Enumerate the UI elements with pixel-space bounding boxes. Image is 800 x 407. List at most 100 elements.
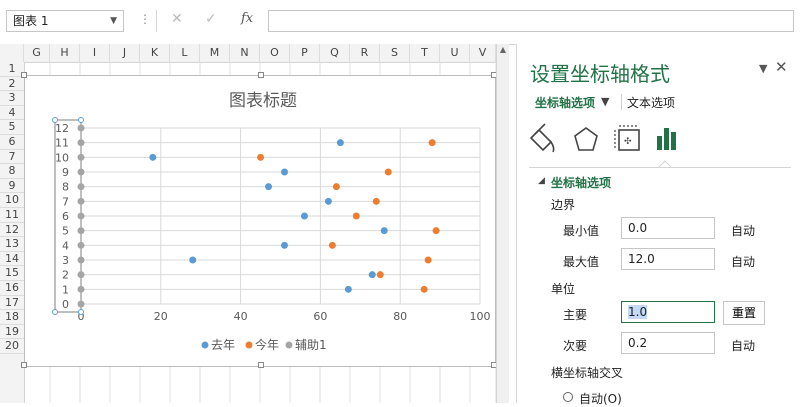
data-point[interactable]: [77, 256, 85, 264]
data-point[interactable]: [265, 183, 273, 191]
data-point[interactable]: [420, 285, 428, 293]
data-point[interactable]: [77, 153, 85, 161]
data-point[interactable]: [300, 212, 308, 220]
column-header[interactable]: R: [350, 44, 380, 62]
section-axis-options[interactable]: 坐标轴选项: [551, 174, 611, 191]
column-header[interactable]: M: [200, 44, 230, 62]
legend-label[interactable]: 去年: [211, 338, 235, 352]
legend-label[interactable]: 辅助1: [295, 338, 327, 352]
data-point[interactable]: [77, 168, 85, 176]
tab-axis-options[interactable]: 坐标轴选项: [535, 94, 595, 111]
size-properties-icon[interactable]: ✣: [614, 125, 640, 151]
maximum-input[interactable]: 12.0: [621, 248, 715, 270]
row-header[interactable]: 11: [0, 208, 24, 223]
column-header[interactable]: N: [230, 44, 260, 62]
chart-area[interactable]: 图表标题 0 20 40 60 80 100 0 1 2 3 4 5 6 7 8 9 10 11 12 去年 今年 辅助…: [21, 72, 497, 368]
data-point[interactable]: [77, 139, 85, 147]
column-header[interactable]: L: [170, 44, 200, 62]
data-point[interactable]: [352, 212, 360, 220]
column-header[interactable]: Q: [320, 44, 350, 62]
data-point[interactable]: [332, 183, 340, 191]
close-icon[interactable]: ✕: [775, 58, 788, 76]
row-header[interactable]: 19: [0, 325, 24, 340]
row-header[interactable]: 6: [0, 135, 24, 150]
column-header[interactable]: G: [24, 44, 50, 62]
row-header[interactable]: 12: [0, 223, 24, 238]
column-header[interactable]: V: [470, 44, 496, 62]
column-header[interactable]: P: [290, 44, 320, 62]
data-point[interactable]: [280, 168, 288, 176]
row-header[interactable]: 2: [0, 77, 24, 92]
row-header[interactable]: 16: [0, 281, 24, 296]
row-header[interactable]: 14: [0, 252, 24, 267]
resize-handle[interactable]: [258, 72, 264, 78]
row-header[interactable]: 15: [0, 266, 24, 281]
axis-selection-handle[interactable]: [78, 117, 84, 123]
minor-input[interactable]: 0.2: [621, 332, 715, 354]
data-point[interactable]: [77, 300, 85, 308]
row-header[interactable]: 17: [0, 296, 24, 311]
column-header[interactable]: H: [50, 44, 80, 62]
auto-radio[interactable]: [563, 392, 573, 402]
data-point[interactable]: [77, 212, 85, 220]
column-header[interactable]: T: [410, 44, 440, 62]
data-point[interactable]: [77, 197, 85, 205]
major-input[interactable]: 1.0: [621, 301, 715, 323]
minimum-input[interactable]: 0.0: [621, 217, 715, 239]
column-header[interactable]: I: [80, 44, 110, 62]
data-point[interactable]: [372, 197, 380, 205]
data-point[interactable]: [77, 183, 85, 191]
name-box[interactable]: 图表 1 ▼: [6, 10, 124, 32]
tab-text-options[interactable]: 文本选项: [627, 94, 675, 111]
row-header[interactable]: 9: [0, 179, 24, 194]
data-point[interactable]: [376, 271, 384, 279]
column-header[interactable]: J: [110, 44, 140, 62]
data-point[interactable]: [344, 285, 352, 293]
column-header[interactable]: K: [140, 44, 170, 62]
row-header[interactable]: 10: [0, 193, 24, 208]
row-header[interactable]: 4: [0, 106, 24, 121]
data-point[interactable]: [336, 139, 344, 147]
select-all-corner[interactable]: [0, 44, 24, 62]
data-point[interactable]: [77, 285, 85, 293]
insert-function-icon[interactable]: fx: [241, 11, 253, 26]
chart-canvas[interactable]: 图表标题 0 20 40 60 80 1000123456789101112 去年 今年 辅助…: [25, 76, 495, 366]
row-header[interactable]: 3: [0, 91, 24, 106]
tab-axis-options-dropdown-icon[interactable]: ▼: [601, 95, 609, 108]
reset-button[interactable]: 重置: [723, 301, 765, 325]
formula-input[interactable]: [268, 10, 794, 32]
cancel-icon[interactable]: ✕: [171, 11, 183, 27]
row-header[interactable]: 8: [0, 164, 24, 179]
row-header[interactable]: 7: [0, 150, 24, 165]
axis-options-icon[interactable]: [657, 128, 676, 150]
data-point[interactable]: [149, 153, 157, 161]
data-point[interactable]: [77, 124, 85, 132]
data-point[interactable]: [384, 168, 392, 176]
legend-label[interactable]: 今年: [255, 337, 279, 352]
column-header[interactable]: U: [440, 44, 470, 62]
resize-handle[interactable]: [21, 72, 27, 78]
chevron-down-icon[interactable]: ▼: [110, 11, 117, 31]
axis-selection-handle[interactable]: [78, 309, 84, 315]
row-header[interactable]: 13: [0, 237, 24, 252]
row-header[interactable]: 20: [0, 339, 24, 354]
effects-icon[interactable]: [574, 127, 598, 151]
collapse-triangle-icon[interactable]: ◢: [538, 176, 545, 186]
data-point[interactable]: [380, 227, 388, 235]
data-point[interactable]: [428, 139, 436, 147]
fill-line-icon[interactable]: [529, 123, 555, 153]
scroll-up-icon[interactable]: ▲: [497, 44, 509, 56]
data-point[interactable]: [77, 271, 85, 279]
resize-handle[interactable]: [21, 362, 27, 368]
data-point[interactable]: [257, 153, 265, 161]
enter-icon[interactable]: ✓: [205, 11, 217, 27]
chart-title[interactable]: 图表标题: [229, 91, 297, 111]
data-point[interactable]: [77, 227, 85, 235]
data-point[interactable]: [77, 241, 85, 249]
column-header[interactable]: O: [260, 44, 290, 62]
data-point[interactable]: [432, 227, 440, 235]
data-point[interactable]: [328, 241, 336, 249]
pane-options-icon[interactable]: ▼: [759, 62, 767, 75]
plot-area[interactable]: 0 20 40 60 80 1000123456789101112: [52, 117, 491, 324]
vertical-scrollbar[interactable]: ▲: [496, 44, 509, 403]
